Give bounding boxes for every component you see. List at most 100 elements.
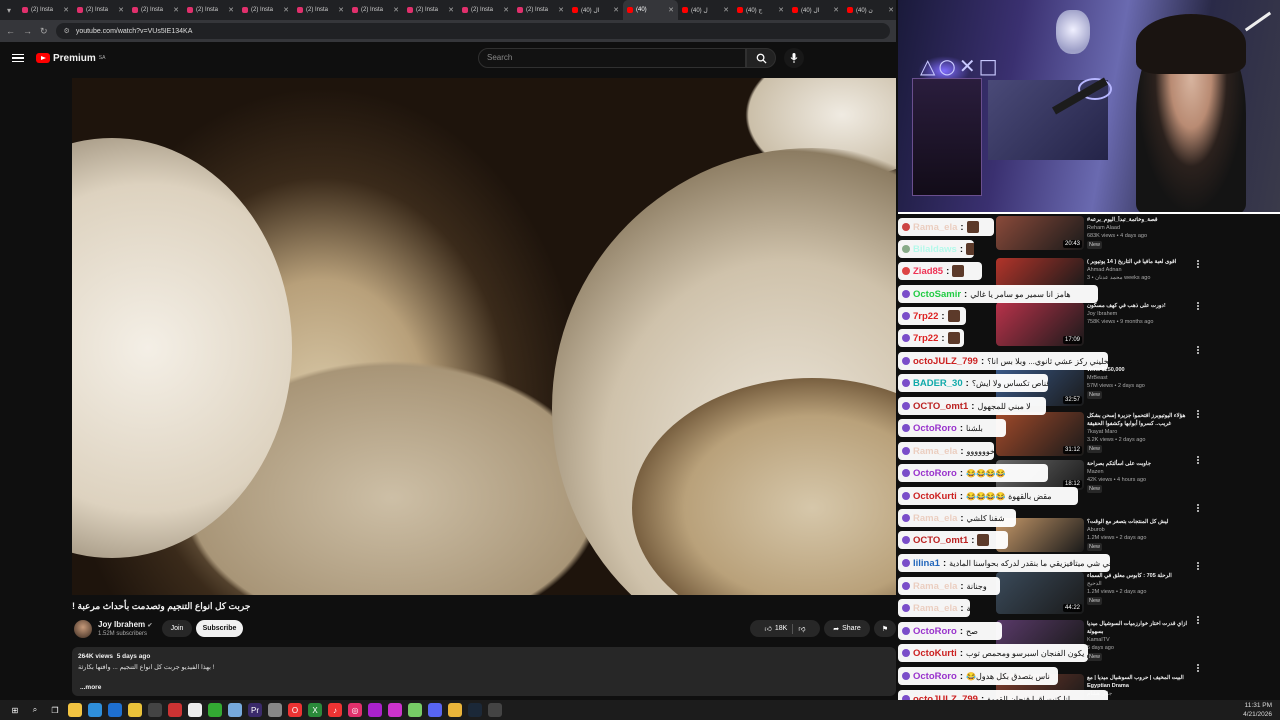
badge-icon <box>902 312 910 320</box>
tiktok-icon[interactable]: ♪ <box>328 703 342 717</box>
browser-tab[interactable]: (2) Insta ✕ <box>73 0 128 20</box>
dislike-button[interactable]: 👎︎ <box>798 624 805 633</box>
youtube-premium-logo[interactable]: Premium SA <box>36 53 105 64</box>
show-more-button[interactable]: ...more <box>80 684 101 691</box>
obs2-icon[interactable] <box>488 703 502 717</box>
tab-label: (2) Insta <box>416 7 439 13</box>
tab-label: (2) Insta <box>86 7 109 13</box>
more-options-icon[interactable] <box>1196 260 1200 270</box>
quick-icon[interactable] <box>188 703 202 717</box>
share-button[interactable]: ➦ Share <box>824 620 870 637</box>
tab-close-icon[interactable]: ✕ <box>888 6 894 14</box>
forward-icon[interactable]: → <box>23 26 32 36</box>
tab-close-icon[interactable]: ✕ <box>283 6 289 14</box>
reload-icon[interactable]: ↻ <box>40 26 48 37</box>
more-options-icon[interactable] <box>1196 504 1200 514</box>
search-button[interactable] <box>746 48 776 68</box>
more-options-icon[interactable] <box>1196 346 1200 356</box>
tab-close-icon[interactable]: ✕ <box>228 6 234 14</box>
browser-tab[interactable]: (40) ن ✕ <box>843 0 896 20</box>
search-icon[interactable]: ⌕ <box>28 703 42 717</box>
site-info-icon[interactable]: ⚙ <box>64 27 70 35</box>
tab-search-icon[interactable]: ▾ <box>0 6 18 15</box>
browser-tab[interactable]: (2) Insta ✕ <box>183 0 238 20</box>
tab-close-icon[interactable]: ✕ <box>173 6 179 14</box>
chat-separator: : <box>959 647 963 659</box>
chrome-icon[interactable] <box>128 703 142 717</box>
channel-name-text: Joy Ibrahem <box>98 620 146 629</box>
tab-label: (40) ال <box>581 7 600 14</box>
browser-tab[interactable]: (2) Insta ✕ <box>128 0 183 20</box>
menu-icon[interactable] <box>12 53 24 63</box>
join-button[interactable]: Join <box>162 620 192 637</box>
browser-tab[interactable]: (40) ج ✕ <box>733 0 788 20</box>
more-options-icon[interactable] <box>1196 562 1200 572</box>
more-options-icon[interactable] <box>1196 456 1200 466</box>
emote-icon <box>952 265 965 277</box>
steam-icon[interactable] <box>468 703 482 717</box>
search-input[interactable]: Search <box>478 48 746 68</box>
obs-icon[interactable] <box>148 703 162 717</box>
description-box[interactable]: 264K views 5 days ago بهذا الفيديو جربت … <box>72 647 896 696</box>
discord-icon[interactable] <box>428 703 442 717</box>
report-button[interactable]: ⚑ <box>874 620 896 637</box>
app3-icon[interactable] <box>408 703 422 717</box>
edge-icon[interactable] <box>88 703 102 717</box>
tab-close-icon[interactable]: ✕ <box>338 6 344 14</box>
browser-tab[interactable]: (2) Insta ✕ <box>18 0 73 20</box>
tab-close-icon[interactable]: ✕ <box>448 6 454 14</box>
browser-tab[interactable]: (2) Insta ✕ <box>458 0 513 20</box>
video-player[interactable] <box>72 78 896 595</box>
start-icon[interactable]: ⊞ <box>8 703 22 717</box>
instagram-favicon-icon <box>187 7 193 13</box>
channel-avatar[interactable] <box>74 620 92 638</box>
browser-tab[interactable]: (40) ال ✕ <box>788 0 843 20</box>
excel-icon[interactable]: X <box>308 703 322 717</box>
tab-close-icon[interactable]: ✕ <box>778 6 784 14</box>
chat-separator: : <box>941 310 945 322</box>
task-view-icon[interactable]: ❐ <box>48 703 62 717</box>
file-explorer-icon[interactable] <box>68 703 82 717</box>
tab-close-icon[interactable]: ✕ <box>503 6 509 14</box>
tab-close-icon[interactable]: ✕ <box>723 6 729 14</box>
browser-tab[interactable]: (2) Insta ✕ <box>513 0 568 20</box>
tab-close-icon[interactable]: ✕ <box>613 6 619 14</box>
browser-tab[interactable]: (40) ✕ <box>623 0 678 20</box>
url-field[interactable]: ⚙ youtube.com/watch?v=VUs5IE134KA <box>55 23 890 39</box>
tab-close-icon[interactable]: ✕ <box>118 6 124 14</box>
tab-close-icon[interactable]: ✕ <box>558 6 564 14</box>
tab-label: (2) Insta <box>361 7 384 13</box>
app2-icon[interactable] <box>388 703 402 717</box>
system-clock[interactable]: 11:31 PM 4/21/2026 <box>1243 701 1272 719</box>
subscribe-button[interactable]: Subscribe <box>196 620 243 637</box>
outlook-icon[interactable] <box>108 703 122 717</box>
instagram-icon[interactable]: ◎ <box>348 703 362 717</box>
chrome2-icon[interactable] <box>448 703 462 717</box>
more-options-icon[interactable] <box>1196 410 1200 420</box>
app1-icon[interactable] <box>368 703 382 717</box>
more-options-icon[interactable] <box>1196 616 1200 626</box>
badge-icon <box>902 536 910 544</box>
steam-link-icon[interactable] <box>168 703 182 717</box>
tab-close-icon[interactable]: ✕ <box>63 6 69 14</box>
tab-close-icon[interactable]: ✕ <box>393 6 399 14</box>
voice-search-button[interactable] <box>784 48 804 68</box>
browser-tab[interactable]: (40) ال ✕ <box>568 0 623 20</box>
browser-tab[interactable]: (2) Insta ✕ <box>238 0 293 20</box>
opera-icon[interactable]: O <box>288 703 302 717</box>
browser-tab[interactable]: (2) Insta ✕ <box>348 0 403 20</box>
like-button[interactable]: 👍︎ 18K <box>765 624 788 633</box>
photos-icon[interactable] <box>228 703 242 717</box>
channel-name[interactable]: Joy Ibrahem ✔ <box>98 620 152 629</box>
more-options-icon[interactable] <box>1196 302 1200 312</box>
back-icon[interactable]: ← <box>6 26 15 36</box>
files-icon[interactable] <box>268 703 282 717</box>
browser-tab[interactable]: (2) Insta ✕ <box>403 0 458 20</box>
browser-tab[interactable]: (40) ل ✕ <box>678 0 733 20</box>
browser-tab[interactable]: (2) Insta ✕ <box>293 0 348 20</box>
more-options-icon[interactable] <box>1196 664 1200 674</box>
premiere-icon[interactable]: Pr <box>248 703 262 717</box>
tab-close-icon[interactable]: ✕ <box>833 6 839 14</box>
terminal-icon[interactable] <box>208 703 222 717</box>
tab-close-icon[interactable]: ✕ <box>668 6 674 14</box>
